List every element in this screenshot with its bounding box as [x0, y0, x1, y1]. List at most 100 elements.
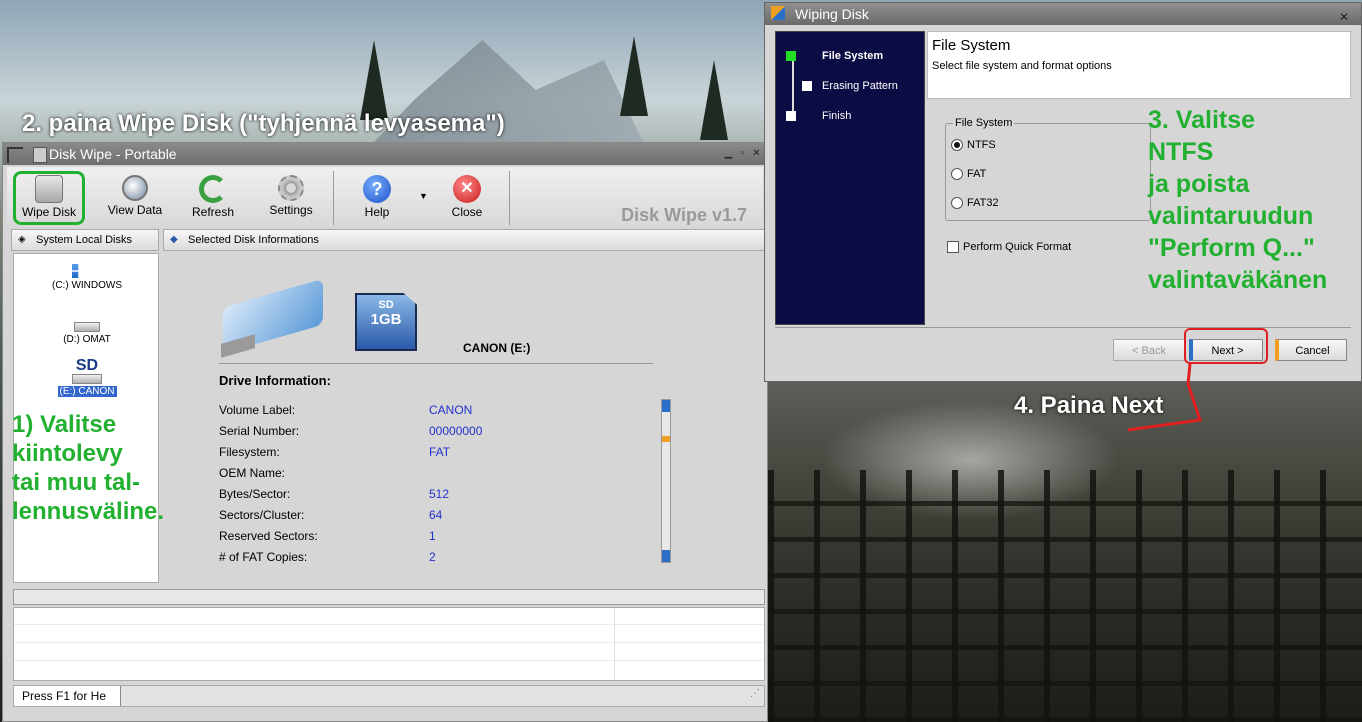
windows-drive-icon	[72, 264, 79, 278]
log-area	[13, 607, 765, 681]
drive-label-d: (D:) OMAT	[63, 334, 111, 345]
annotation-red-line	[1127, 363, 1202, 432]
cancel-button[interactable]: Cancel	[1275, 339, 1347, 361]
drive-information-heading: Drive Information:	[219, 373, 331, 388]
step-label: Finish	[822, 110, 852, 122]
close-window-icon[interactable]: ✕	[752, 149, 761, 159]
radio-ntfs[interactable]: NTFS	[951, 139, 996, 152]
annotation-step3-line: ja poista	[1148, 170, 1250, 198]
quick-format-checkbox[interactable]: Perform Quick Format	[947, 241, 1072, 254]
resize-grip-icon[interactable]: ⋰	[750, 688, 760, 699]
selected-drive-title: CANON (E:)	[463, 341, 531, 355]
wizard-titlebar[interactable]: Wiping Disk ✕	[765, 3, 1361, 25]
checkbox-icon[interactable]	[947, 241, 959, 254]
info-key: Bytes/Sector:	[219, 487, 291, 501]
wizard-steps-panel: File System Erasing Pattern Finish	[775, 31, 925, 325]
drive-item-e[interactable]: SD (E:) CANON	[14, 358, 160, 397]
wizard-header: File System Select file system and forma…	[927, 31, 1351, 99]
refresh-button[interactable]: Refresh	[177, 169, 249, 225]
toolbar: Wipe Disk View Data Refresh Settings ? H…	[7, 167, 763, 227]
annotation-step3: 3. Valitse NTFS ja poista valintaruudun …	[1148, 104, 1327, 296]
radio-fat[interactable]: FAT	[951, 168, 987, 181]
horizontal-scrollbar[interactable]	[13, 589, 765, 605]
info-key: Volume Label:	[219, 403, 296, 417]
radio-label: NTFS	[967, 139, 996, 151]
annotation-step1-line: kiintolevy	[12, 440, 123, 467]
radio-label: FAT32	[967, 197, 999, 209]
gear-icon	[278, 175, 304, 201]
step-finish: Finish	[786, 110, 852, 122]
help-label: Help	[364, 205, 390, 219]
info-key: # of FAT Copies:	[219, 550, 308, 564]
wizard-header-subtitle: Select file system and format options	[932, 60, 1112, 72]
help-dropdown-icon[interactable]: ▼	[419, 191, 428, 201]
view-data-button[interactable]: View Data	[99, 169, 171, 225]
info-value: CANON	[429, 403, 473, 417]
tree-silhouette	[620, 36, 648, 116]
sd-card-image: SD 1GB	[355, 293, 417, 351]
radio-fat32[interactable]: FAT32	[951, 197, 999, 210]
drive-item-c[interactable]: (C:) WINDOWS	[14, 264, 160, 291]
window-title: Disk Wipe - Portable	[49, 146, 177, 162]
settings-label: Settings	[269, 203, 313, 217]
info-value: 512	[429, 487, 450, 501]
next-button-highlight	[1184, 328, 1268, 364]
info-value: FAT	[429, 445, 451, 459]
maximize-icon[interactable]: ▫	[738, 149, 747, 159]
quick-format-label: Perform Quick Format	[963, 241, 1072, 253]
radio-selected-icon[interactable]	[951, 139, 963, 152]
radio-label: FAT	[967, 168, 987, 180]
sd-card-icon: SD	[75, 357, 99, 374]
magnifier-icon	[122, 175, 148, 201]
log-row-divider	[14, 642, 764, 643]
help-icon: ?	[363, 175, 391, 203]
drive-item-d[interactable]: (D:) OMAT	[14, 322, 160, 345]
radio-empty-icon[interactable]	[951, 197, 963, 210]
info-value: 2	[429, 550, 436, 564]
info-scrollbar[interactable]	[661, 399, 671, 563]
step-marker-icon	[786, 111, 796, 121]
info-value: 1	[429, 529, 436, 543]
wizard-header-title: File System	[932, 37, 1011, 54]
help-button[interactable]: ? Help	[341, 169, 413, 225]
settings-button[interactable]: Settings	[255, 169, 327, 225]
annotation-step1-line: tai muu tal-	[12, 469, 141, 496]
info-key: OEM Name:	[219, 466, 286, 480]
wizard-close-icon[interactable]: ✕	[1339, 6, 1349, 28]
scroll-up-arrow-icon[interactable]	[662, 400, 670, 412]
info-key: Reserved Sectors:	[219, 529, 318, 543]
close-icon: ✕	[453, 175, 481, 203]
back-button[interactable]: < Back	[1113, 339, 1185, 361]
sd-card-capacity: 1GB	[370, 311, 402, 328]
step-connector	[792, 58, 794, 118]
log-row-divider	[14, 624, 764, 625]
minimize-icon[interactable]: ▁	[724, 149, 733, 159]
annotation-step1-line: lennusväline.	[12, 498, 165, 525]
wizard-title: Wiping Disk	[795, 6, 869, 22]
annotation-step2: 2. paina Wipe Disk ("tyhjennä levyasema"…	[22, 110, 505, 137]
divider	[219, 363, 653, 364]
step-marker-icon	[802, 81, 812, 91]
scroll-thumb[interactable]	[662, 436, 670, 442]
left-header-label: System Local Disks	[36, 234, 132, 246]
disk-info-panel: SD 1GB CANON (E:) Drive Information: Vol…	[163, 253, 765, 583]
log-row-divider	[14, 660, 764, 661]
annotation-step3-line: valintaruudun	[1148, 202, 1314, 230]
tree-silhouette	[360, 40, 388, 120]
system-local-disks-header: ◈ System Local Disks	[11, 229, 159, 251]
removable-drive-icon	[72, 374, 102, 384]
main-titlebar[interactable]: Disk Wipe - Portable ▁ ▫ ✕	[3, 143, 767, 165]
right-header-label: Selected Disk Informations	[188, 234, 319, 246]
app-logo-icon	[771, 6, 785, 20]
close-label: Close	[451, 205, 483, 219]
log-column-divider	[614, 608, 615, 680]
info-small-icon: ◆	[170, 234, 178, 245]
status-text: Press F1 for He	[14, 686, 121, 706]
app-icon	[33, 147, 47, 163]
close-button[interactable]: ✕ Close	[431, 169, 503, 225]
annotation-step1: 1) Valitse kiintolevy tai muu tal- lennu…	[12, 410, 164, 526]
scroll-down-arrow-icon[interactable]	[662, 550, 670, 562]
step-marker-icon	[786, 51, 796, 61]
info-key: Sectors/Cluster:	[219, 508, 305, 522]
radio-empty-icon[interactable]	[951, 168, 963, 181]
